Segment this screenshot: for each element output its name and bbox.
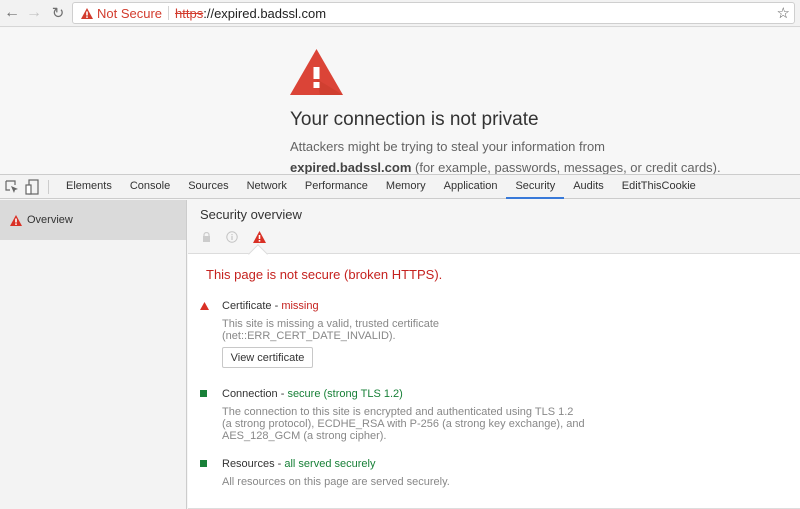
warning-icon [81,7,93,19]
device-icon [25,178,39,195]
devtools-tab-bar: Elements Console Sources Network Perform… [0,174,800,199]
site-domain: expired.badssl.com [290,160,412,175]
inspect-element-button[interactable] [2,177,22,197]
arrow-right-icon: → [26,4,42,21]
state-pointer [248,244,268,264]
security-sidebar: Overview [0,200,187,509]
tab-security[interactable]: Security [506,175,564,199]
section-status: all served securely [284,458,376,470]
tab-memory[interactable]: Memory [377,175,435,198]
star-icon[interactable]: ☆ [777,4,790,22]
arrow-left-icon: ← [4,4,20,21]
reload-button[interactable]: ↻ [48,3,68,23]
section-name: Connection [222,388,278,400]
tab-elements[interactable]: Elements [57,175,121,198]
section-name: Resources [222,458,275,470]
warning-icon [290,49,343,95]
section-description: The connection to this site is encrypted… [222,406,585,442]
secure-square-icon [200,390,207,397]
tab-console[interactable]: Console [121,175,179,198]
sidebar-item-label: Overview [27,214,73,226]
section-name: Certificate [222,300,272,312]
inspect-icon [5,179,18,193]
reload-icon: ↻ [51,5,65,22]
security-state-icons [202,231,281,243]
lock-icon [202,232,211,242]
sidebar-item-overview[interactable]: Overview [0,200,186,240]
interstitial-page: Your connection is not private Attackers… [0,28,800,196]
forward-button[interactable]: → [24,3,44,23]
warning-icon [200,302,209,310]
section-title: Resources - all served securely [222,458,375,470]
secure-square-icon [200,460,207,467]
info-icon [226,231,238,243]
description-prefix: Attackers might be trying to steal your … [290,139,606,154]
section-title: Connection - secure (strong TLS 1.2) [222,388,403,400]
tab-editthiscookie[interactable]: EditThisCookie [613,175,705,198]
address-bar[interactable]: Not Secure https://expired.badssl.com ☆ [72,2,795,24]
tab-network[interactable]: Network [238,175,296,198]
security-panel: Security overview This page is not secur… [188,200,800,509]
security-summary: This page is not secure (broken HTTPS). [206,267,443,282]
tab-sources[interactable]: Sources [179,175,237,198]
browser-toolbar: ← → ↻ Not Secure https://expired.badssl.… [0,0,800,27]
section-separator: - [271,300,282,312]
section-description: All resources on this page are served se… [222,476,450,488]
warning-icon [253,231,266,243]
page-title: Your connection is not private [290,109,539,130]
panel-title: Security overview [200,207,302,222]
section-separator: - [277,388,288,400]
description-suffix: (for example, passwords, messages, or cr… [411,160,721,175]
view-certificate-button[interactable]: View certificate [222,347,313,368]
warning-icon [10,214,22,226]
toolbar-divider [48,179,49,194]
device-toolbar-button[interactable] [22,177,42,197]
section-title: Certificate - missing [222,300,319,312]
not-secure-label[interactable]: Not Secure [97,6,162,21]
security-overview-header: Security overview [188,200,800,264]
section-status: secure (strong TLS 1.2) [287,388,403,400]
tab-performance[interactable]: Performance [296,175,377,198]
tab-audits[interactable]: Audits [564,175,613,198]
section-status: missing [281,300,319,312]
section-description: This site is missing a valid, trusted ce… [222,318,440,342]
url-host: ://expired.badssl.com [203,5,327,21]
address-divider [168,6,170,20]
url-scheme: https [175,5,204,21]
tab-application[interactable]: Application [435,175,507,198]
back-button[interactable]: ← [2,3,22,23]
section-separator: - [274,458,285,470]
